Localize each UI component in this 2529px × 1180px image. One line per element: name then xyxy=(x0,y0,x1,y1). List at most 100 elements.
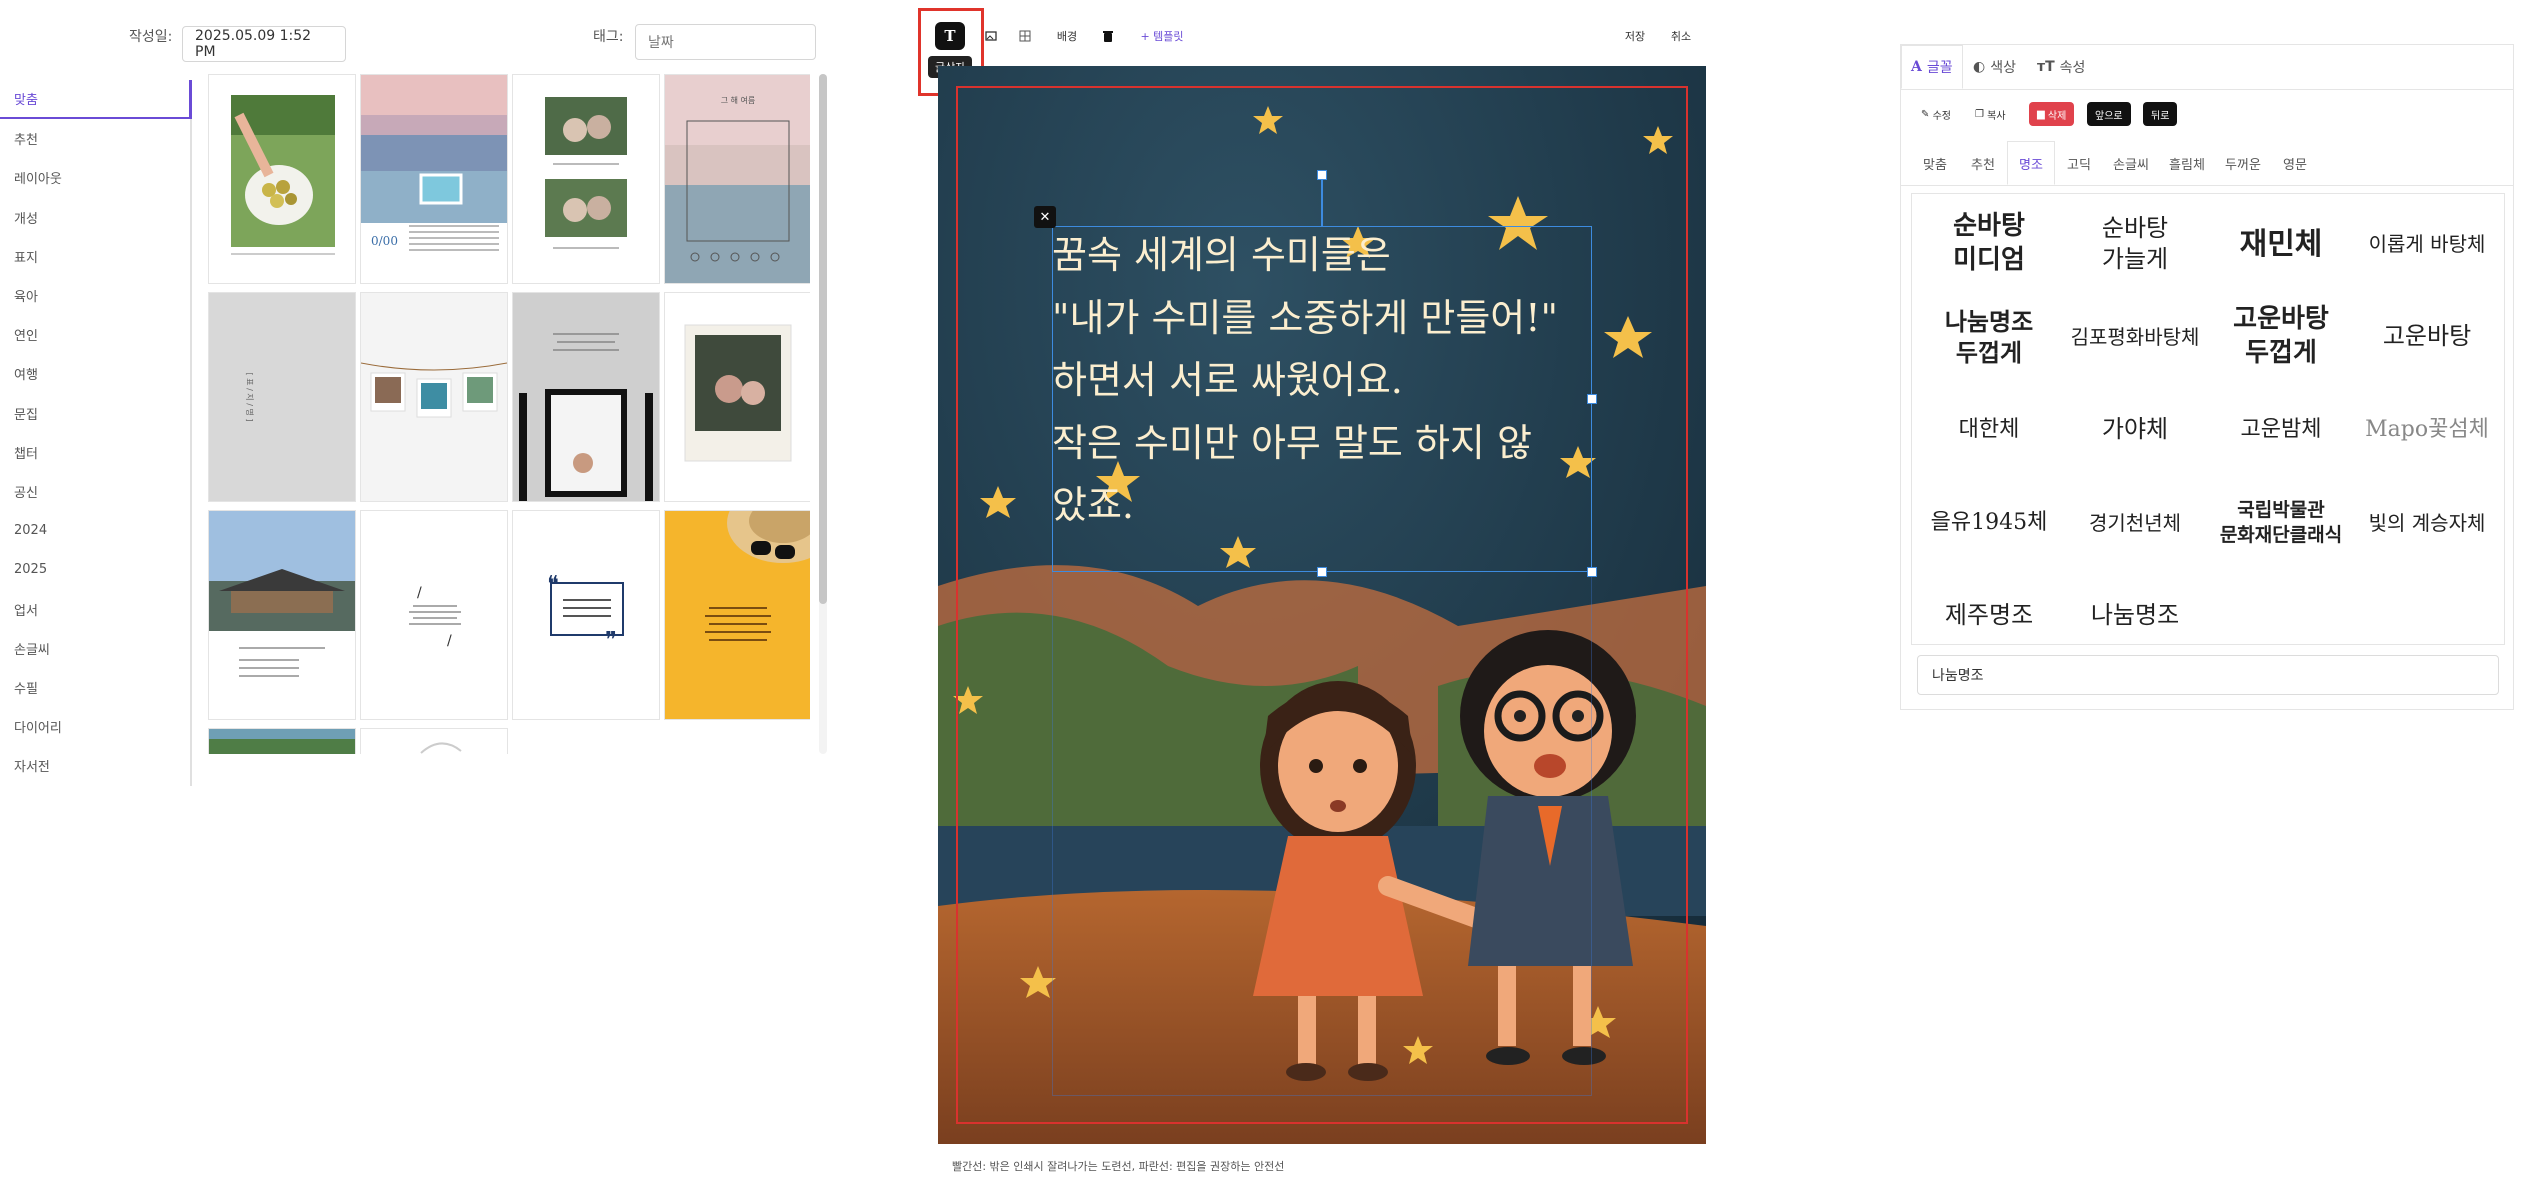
font-option[interactable]: 고운밤체 xyxy=(2208,390,2354,470)
font-tab[interactable]: 손글씨 xyxy=(2103,141,2159,185)
tab-label: 글꼴 xyxy=(1926,60,1953,76)
thumbnail-image xyxy=(513,293,659,501)
font-option[interactable]: 가야체 xyxy=(2062,390,2208,470)
copy-label: 복사 xyxy=(1987,110,2006,122)
category-item[interactable]: 다이어리 xyxy=(0,707,190,746)
template-thumbnail[interactable] xyxy=(208,728,356,754)
font-tab[interactable]: 흘림체 xyxy=(2159,141,2215,185)
save-button[interactable]: 저장 xyxy=(1622,22,1648,50)
font-option[interactable]: 순바탕 가늘게 xyxy=(2062,204,2208,284)
font-option[interactable]: 고운바탕 두껍게 xyxy=(2208,297,2354,377)
copy-button[interactable]: ❐ 복사 xyxy=(1967,102,2014,126)
resize-handle-top[interactable] xyxy=(1317,170,1327,180)
font-option[interactable]: Mapo꽃섬체 xyxy=(2354,390,2500,470)
thumbnail-image: [ 표 / 지 / 명 ] xyxy=(209,293,355,501)
property-panel: A 글꼴 ◐ 색상 тT 속성 ✎ 수정 ❐ 복사 ▆ 삭제 앞으로 뒤로 맞춤… xyxy=(1900,44,2514,710)
tag-input[interactable]: 날짜 xyxy=(635,24,816,60)
scroll-thumb[interactable] xyxy=(819,74,827,604)
template-thumbnail[interactable] xyxy=(360,292,508,502)
font-option[interactable]: 대한체 xyxy=(1916,390,2062,470)
template-thumbnail[interactable] xyxy=(512,292,660,502)
tab-label: 색상 xyxy=(1990,60,2016,76)
category-item[interactable]: 2024 xyxy=(0,511,190,550)
category-item[interactable]: 수필 xyxy=(0,668,190,707)
template-thumbnail[interactable]: 0/00 xyxy=(360,74,508,284)
template-thumbnail[interactable]: ❝ ❞ xyxy=(512,510,660,720)
bring-front-button[interactable]: 앞으로 xyxy=(2087,102,2131,126)
font-option[interactable]: 이롭게 바탕체 xyxy=(2354,204,2500,284)
template-thumbnail[interactable] xyxy=(512,74,660,284)
category-item[interactable]: 공신 xyxy=(0,472,190,511)
category-item[interactable]: 손글씨 xyxy=(0,629,190,668)
font-option[interactable]: 경기천년체 xyxy=(2062,483,2208,563)
font-option[interactable]: 순바탕 미디엄 xyxy=(1916,204,2062,284)
resize-handle-right[interactable] xyxy=(1587,394,1597,404)
close-icon[interactable]: ✕ xyxy=(1034,206,1056,228)
font-option[interactable]: 을유1945체 xyxy=(1916,483,2062,563)
category-item[interactable]: 2025 xyxy=(0,550,190,589)
grid-tool-button[interactable] xyxy=(1014,22,1036,50)
tab-color[interactable]: ◐ 색상 xyxy=(1973,45,2016,89)
template-thumbnail[interactable] xyxy=(360,728,508,754)
font-option[interactable]: 빛의 계승자체 xyxy=(2354,483,2500,563)
font-option[interactable]: 나눔명조 xyxy=(2062,576,2208,656)
category-item[interactable]: 육아 xyxy=(0,276,190,315)
template-thumbnail[interactable] xyxy=(664,510,810,720)
font-tab[interactable]: 맞춤 xyxy=(1911,141,1959,185)
thumbnail-image: 0/00 xyxy=(361,75,507,251)
panel-tabs: A 글꼴 ◐ 색상 тT 속성 xyxy=(1901,45,2513,90)
font-option[interactable]: 재민체 xyxy=(2208,204,2354,284)
template-thumbnail[interactable]: [ 표 / 지 / 명 ] xyxy=(208,292,356,502)
edit-button[interactable]: ✎ 수정 xyxy=(1913,102,1959,126)
image-tool-button[interactable] xyxy=(980,22,1002,50)
font-option[interactable]: 제주명조 xyxy=(1916,576,2062,656)
trash-button[interactable] xyxy=(1098,22,1118,50)
template-thumbnail[interactable] xyxy=(208,510,356,720)
thumbnail-image xyxy=(209,729,355,754)
resize-handle-bottom-right[interactable] xyxy=(1587,567,1597,577)
tab-font[interactable]: A 글꼴 xyxy=(1901,45,1963,89)
font-option[interactable]: 나눔명조 두껍게 xyxy=(1916,297,2062,377)
category-item[interactable]: 여행 xyxy=(0,354,190,393)
cancel-button[interactable]: 취소 xyxy=(1668,22,1694,50)
selected-font-field[interactable]: 나눔명조 xyxy=(1917,655,2499,695)
category-item[interactable]: 개성 xyxy=(0,198,190,237)
font-tab[interactable]: 두꺼운 xyxy=(2215,141,2271,185)
selected-text-box[interactable] xyxy=(1052,226,1592,572)
category-item[interactable]: 챕터 xyxy=(0,433,190,472)
font-option[interactable]: 국립박물관 문화재단클래식 xyxy=(2208,483,2354,563)
text-size-icon: тT xyxy=(2037,59,2055,75)
tab-properties[interactable]: тT 속성 xyxy=(2037,45,2085,89)
category-item[interactable]: 레이아웃 xyxy=(0,158,190,197)
rotate-connector xyxy=(1321,180,1323,226)
font-tab[interactable]: 고딕 xyxy=(2055,141,2103,185)
font-option[interactable]: 김포평화바탕체 xyxy=(2062,297,2208,377)
template-grid: 0/00 그 해 여름 [ 표 / 지 / 명 ] / / ❝ ❞ xyxy=(208,74,810,754)
category-item[interactable]: 표지 xyxy=(0,237,190,276)
category-item[interactable]: 자서전 xyxy=(0,746,190,785)
template-thumbnail[interactable]: / / xyxy=(360,510,508,720)
font-option[interactable]: 고운바탕 xyxy=(2354,297,2500,377)
resize-handle-bottom[interactable] xyxy=(1317,567,1327,577)
font-tab[interactable]: 명조 xyxy=(2007,141,2055,185)
delete-button[interactable]: ▆ 삭제 xyxy=(2029,102,2075,126)
template-scrollbar[interactable] xyxy=(819,74,827,754)
thumbnail-title: [ 표 / 지 / 명 ] xyxy=(245,373,255,422)
font-tab[interactable]: 추천 xyxy=(1959,141,2007,185)
page-canvas[interactable]: 꿈속 세계의 수미들은 "내가 수미를 소중하게 만들어!" 하면서 서로 싸웠어요… xyxy=(938,66,1706,1144)
category-item[interactable]: 업서 xyxy=(0,589,190,628)
font-tab[interactable]: 영문 xyxy=(2271,141,2319,185)
category-item[interactable]: 문집 xyxy=(0,394,190,433)
template-thumbnail[interactable]: 그 해 여름 xyxy=(664,74,810,284)
copy-icon: ❐ xyxy=(1975,108,1988,120)
background-button[interactable]: 배경 xyxy=(1052,22,1082,50)
palette-icon: ◐ xyxy=(1973,59,1986,75)
category-item[interactable]: 연인 xyxy=(0,315,190,354)
template-thumbnail[interactable] xyxy=(664,292,810,502)
send-back-button[interactable]: 뒤로 xyxy=(2143,102,2178,126)
date-field[interactable]: 2025.05.09 1:52 PM xyxy=(182,26,346,62)
template-thumbnail[interactable] xyxy=(208,74,356,284)
category-item[interactable]: 맞춤 xyxy=(0,80,192,120)
add-template-button[interactable]: + 템플릿 xyxy=(1138,22,1186,50)
category-item[interactable]: 추천 xyxy=(0,119,190,158)
